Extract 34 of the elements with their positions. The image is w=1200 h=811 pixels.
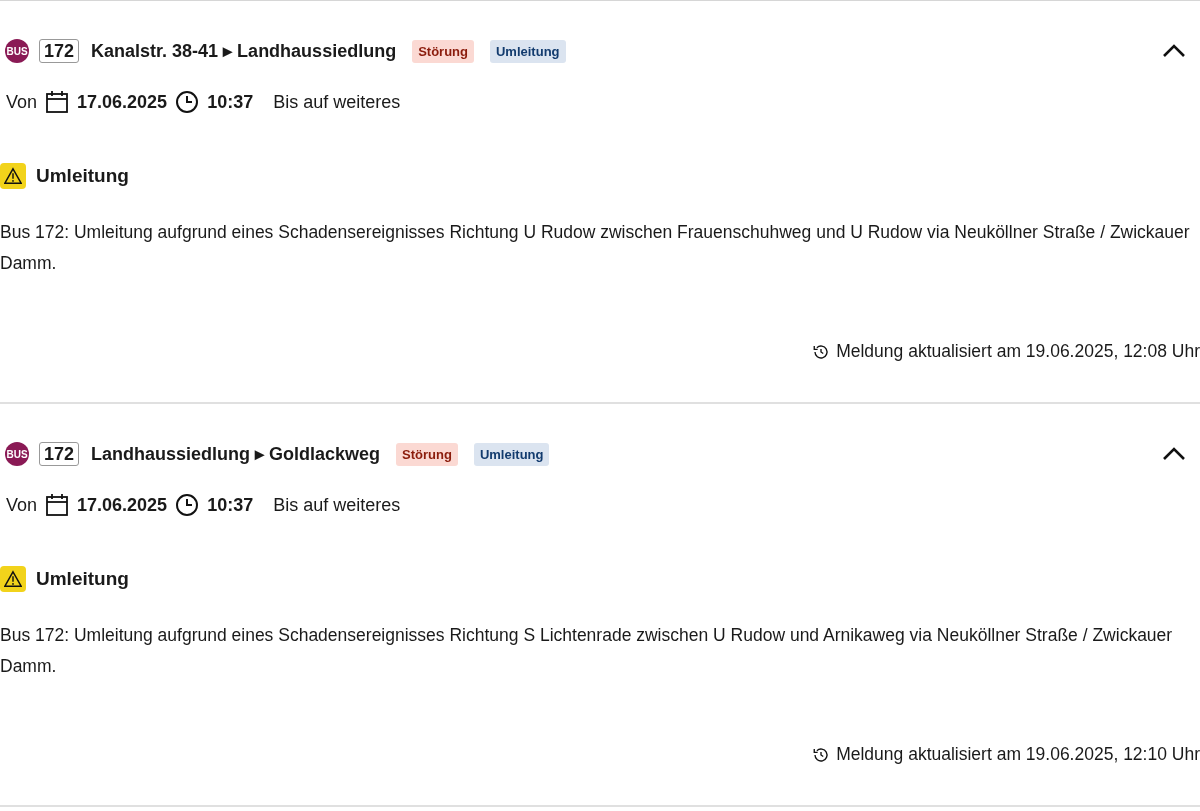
section-heading: Umleitung [36, 165, 129, 187]
end-text: Bis auf weiteres [273, 91, 401, 113]
status-tag: Umleitung [473, 442, 550, 466]
bus-badge: BUS [5, 442, 29, 466]
start-time: 10:37 [207, 91, 254, 113]
from-label: Von [6, 91, 38, 113]
updated-text: Meldung aktualisiert am 19.06.2025, 12:08 Uhr [836, 341, 1200, 362]
collapse-icon[interactable] [1162, 44, 1186, 58]
line-number: 172 [39, 39, 80, 63]
calendar-icon [45, 90, 70, 114]
history-icon [812, 745, 831, 764]
start-date: 17.06.2025 [77, 91, 168, 113]
message-text: Bus 172: Umleitung aufgrund eines Schadensereignisses Richtung S Lichtenrade zwischen U Rudow und Arnikaweg via Neuköllner Straße / Zwickauer Damm. [0, 624, 1174, 678]
status-tag: Störung [396, 442, 458, 466]
calendar-icon [45, 493, 70, 517]
status-tag: Umleitung [489, 39, 566, 63]
clock-icon [175, 90, 200, 114]
message-text: Bus 172: Umleitung aufgrund eines Schadensereignisses Richtung U Rudow zwischen Frauenschuhweg und U Rudow via Neuköllner Straße / Zwickauer Damm. [0, 221, 1190, 275]
route-title: Landhaussiedlung ▸ Goldlackweg [91, 443, 381, 465]
end-text: Bis auf weiteres [273, 494, 401, 516]
from-label: Von [6, 494, 38, 516]
history-icon [812, 342, 831, 361]
updated-text: Meldung aktualisiert am 19.06.2025, 12:10 Uhr [836, 744, 1200, 765]
bus-badge: BUS [5, 39, 29, 63]
line-number: 172 [39, 442, 80, 466]
status-tag: Störung [412, 39, 474, 63]
clock-icon [175, 493, 200, 517]
start-time: 10:37 [207, 494, 254, 516]
warning-icon [0, 566, 26, 592]
route-title: Kanalstr. 38-41 ▸ Landhaussiedlung [91, 40, 397, 62]
start-date: 17.06.2025 [77, 494, 168, 516]
collapse-icon[interactable] [1162, 447, 1186, 461]
section-heading: Umleitung [36, 568, 129, 590]
warning-icon [0, 163, 26, 189]
